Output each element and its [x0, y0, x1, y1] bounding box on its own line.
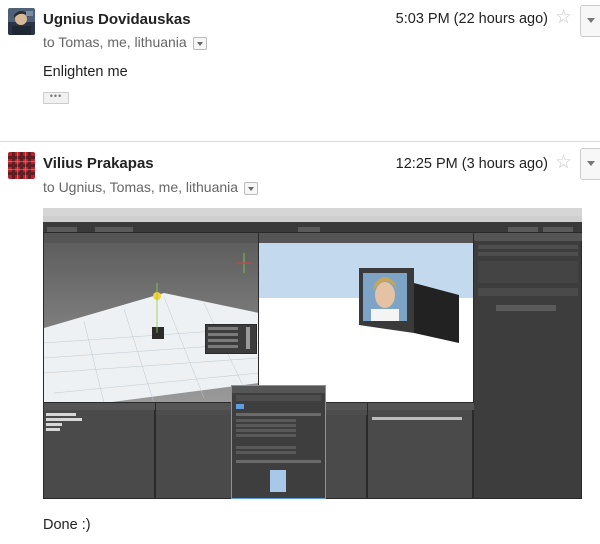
recipients-text: to Tomas, me, lithuania	[43, 34, 187, 50]
reply-menu-button[interactable]	[580, 5, 600, 37]
recipients-line: to Ugnius, Tomas, me, lithuania	[43, 179, 259, 195]
scene-gizmo-popup	[205, 324, 257, 354]
recipients-dropdown-icon[interactable]	[244, 181, 259, 195]
sender-name[interactable]: Ugnius Dovidauskas	[43, 11, 191, 28]
scene-view-panel	[43, 232, 259, 403]
message-1: Ugnius Dovidauskas to Tomas, me, lithuan…	[0, 0, 600, 140]
sender-name[interactable]: Vilius Prakapas	[43, 155, 154, 172]
star-icon[interactable]: ☆	[555, 151, 572, 174]
show-trimmed-content-button[interactable]: •••	[43, 92, 69, 104]
avatar[interactable]	[8, 152, 35, 179]
inline-screenshot-image[interactable]	[43, 208, 582, 499]
screenshot-title-bar	[43, 208, 582, 216]
lightmapping-window	[231, 385, 326, 499]
reply-menu-button[interactable]	[580, 148, 600, 180]
project-panel	[367, 402, 474, 499]
recipients-line: to Tomas, me, lithuania	[43, 34, 207, 50]
inspector-panel	[473, 232, 582, 499]
avatar[interactable]	[8, 8, 35, 35]
star-icon[interactable]: ☆	[555, 6, 572, 29]
game-view-panel	[258, 232, 474, 403]
recipients-text: to Ugnius, Tomas, me, lithuania	[43, 179, 239, 195]
recipients-dropdown-icon[interactable]	[192, 36, 207, 50]
message-body: Enlighten me	[43, 64, 128, 80]
hierarchy-panel	[43, 402, 156, 499]
message-body: Done :)	[43, 517, 91, 533]
message-time: 5:03 PM (22 hours ago)	[395, 11, 548, 27]
message-time: 12:25 PM (3 hours ago)	[395, 156, 548, 172]
